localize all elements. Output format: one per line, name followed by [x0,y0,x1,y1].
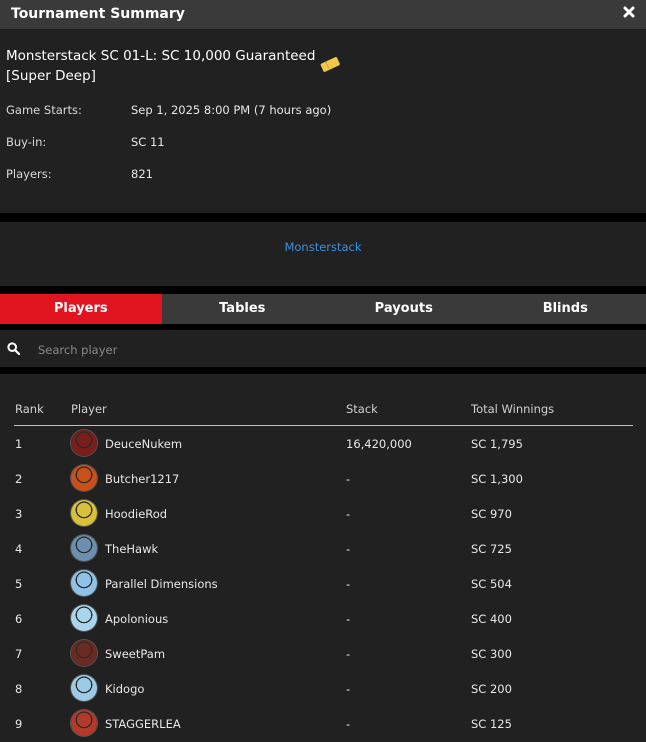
title-bar: Tournament Summary [0,0,646,29]
winnings-cell: SC 970 [471,507,512,521]
players-label: Players: [6,167,52,181]
table-header: Rank Player Stack Total Winnings [0,374,646,426]
rank-cell: 2 [15,472,23,486]
window-title: Tournament Summary [11,6,185,22]
players-table: Rank Player Stack Total Winnings 1 Deuce… [0,374,646,742]
table-row[interactable]: 6 Apolonious - SC 400 [0,601,646,636]
player-name: Parallel Dimensions [105,577,218,591]
table-row[interactable]: 4 TheHawk - SC 725 [0,531,646,566]
search-bar [0,330,646,367]
avatar [71,535,97,561]
player-name: DeuceNukem [105,437,183,451]
avatar [71,430,97,456]
search-icon [7,342,20,355]
avatar [71,500,97,526]
avatar [71,640,97,666]
stack-cell: - [346,507,351,521]
stack-cell: 16,420,000 [346,437,412,451]
monsterstack-link[interactable]: Monsterstack [0,240,646,254]
rank-cell: 6 [15,612,23,626]
avatar [71,675,97,701]
avatar [71,710,97,736]
stack-cell: - [346,542,351,556]
table-row[interactable]: 7 SweetPam - SC 300 [0,636,646,671]
player-name: STAGGERLEA [105,717,181,731]
table-row[interactable]: 5 Parallel Dimensions - SC 504 [0,566,646,601]
rank-cell: 4 [15,542,23,556]
player-name: Apolonious [105,612,169,626]
winnings-cell: SC 400 [471,612,512,626]
game-starts-label: Game Starts: [6,103,82,117]
avatar [71,605,97,631]
search-input[interactable] [36,339,600,361]
rank-cell: 9 [15,717,23,731]
winnings-cell: SC 504 [471,577,512,591]
table-row[interactable]: 1 DeuceNukem 16,420,000 SC 1,795 [0,426,646,461]
avatar [71,465,97,491]
table-row[interactable]: 3 HoodieRod - SC 970 [0,496,646,531]
rank-cell: 5 [15,577,23,591]
winnings-cell: SC 1,795 [471,437,523,451]
player-name: TheHawk [105,542,159,556]
rank-header: Rank [15,402,44,416]
tab-payouts[interactable]: Payouts [323,294,485,324]
buy-in-label: Buy-in: [6,135,47,149]
tab-blinds[interactable]: Blinds [485,294,646,324]
table-row[interactable]: 8 Kidogo - SC 200 [0,671,646,706]
ticket-icon [320,57,340,72]
avatar [71,570,97,596]
tab-tables[interactable]: Tables [162,294,324,324]
winnings-header: Total Winnings [471,402,555,416]
player-name: SweetPam [105,647,166,661]
stack-header: Stack [346,402,378,416]
promo-panel: Monsterstack [0,222,646,286]
rank-cell: 1 [15,437,23,451]
buy-in-value: SC 11 [131,135,165,149]
game-starts-value: Sep 1, 2025 8:00 PM (7 hours ago) [131,103,332,117]
player-name: Butcher1217 [105,472,180,486]
table-row[interactable]: 9 STAGGERLEA - SC 125 [0,706,646,741]
tournament-name: Monsterstack SC 01-L: SC 10,000 Guarante… [6,48,316,84]
player-name: Kidogo [105,682,145,696]
stack-cell: - [346,682,351,696]
winnings-cell: SC 125 [471,717,512,731]
player-header: Player [71,402,107,416]
rank-cell: 3 [15,507,23,521]
stack-cell: - [346,612,351,626]
stack-cell: - [346,717,351,731]
rank-cell: 8 [15,682,23,696]
winnings-cell: SC 1,300 [471,472,523,486]
stack-cell: - [346,647,351,661]
stack-cell: - [346,577,351,591]
tournament-info-panel: Monsterstack SC 01-L: SC 10,000 Guarante… [0,29,646,213]
tab-bar: Players Tables Payouts Blinds [0,294,646,324]
rank-cell: 7 [15,647,23,661]
winnings-cell: SC 300 [471,647,512,661]
table-row[interactable]: 2 Butcher1217 - SC 1,300 [0,461,646,496]
winnings-cell: SC 200 [471,682,512,696]
tab-players[interactable]: Players [0,294,162,324]
winnings-cell: SC 725 [471,542,512,556]
player-name: HoodieRod [105,507,168,521]
close-icon[interactable] [622,5,636,19]
stack-cell: - [346,472,351,486]
players-value: 821 [131,167,153,181]
